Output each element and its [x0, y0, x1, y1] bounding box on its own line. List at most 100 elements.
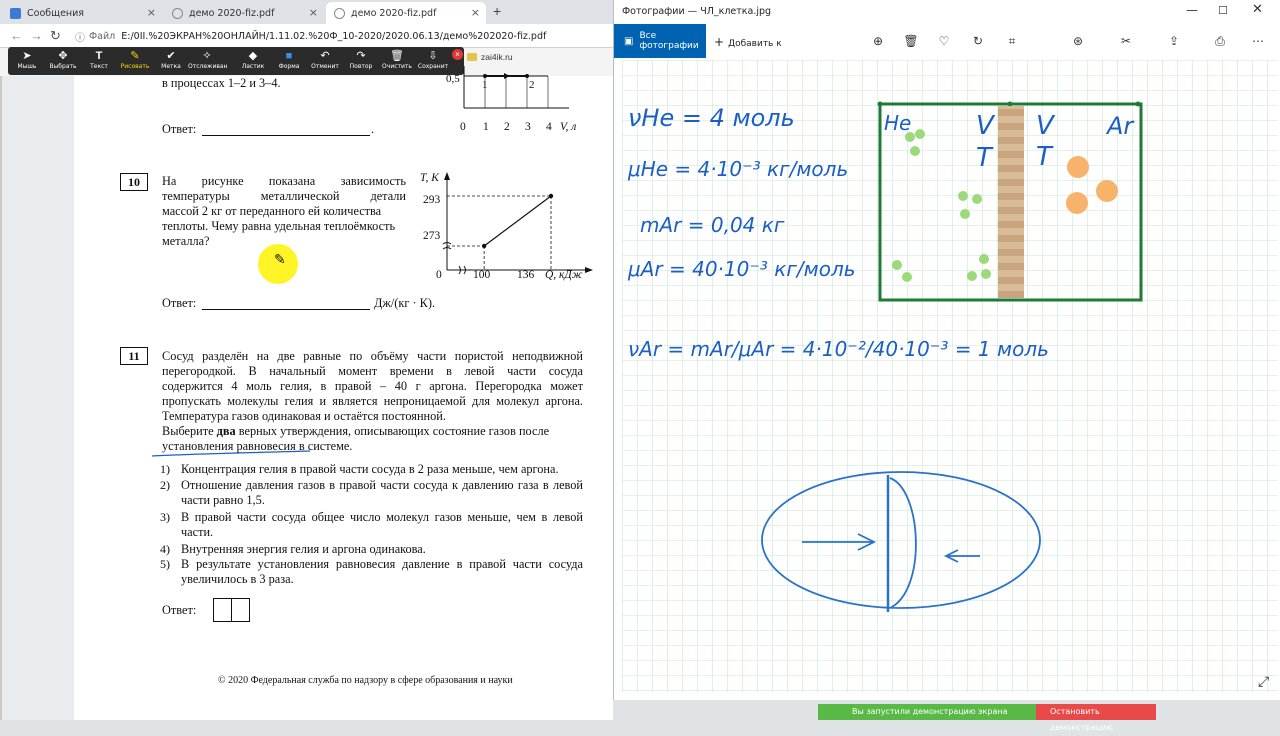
tab-pdf-2[interactable]: демо 2020-fiz.pdf ×: [326, 2, 486, 24]
annotation-toolbar: ➤ Мышь ✥ Выбрать T Текст ✎ Рисовать ✔ Метка ✧…: [8, 47, 464, 75]
maximize-icon[interactable]: ☐: [1218, 4, 1228, 17]
chat-icon: [10, 7, 21, 19]
expand-icon[interactable]: ⤢: [1258, 674, 1269, 690]
all-photos-button[interactable]: ▣ Все фотографии: [614, 24, 706, 58]
undo-icon: ↶: [320, 50, 330, 62]
answer-line[interactable]: [202, 135, 370, 136]
delete-icon[interactable]: 🗑: [903, 33, 919, 49]
trash-icon: 🗑: [390, 50, 404, 62]
option-text: части.: [181, 525, 214, 539]
answer-unit: Дж/(кг · К).: [374, 296, 436, 310]
browser-window: Сообщения × демо 2020-fiz.pdf × демо 202…: [0, 0, 613, 720]
reload-icon[interactable]: ↻: [50, 28, 61, 44]
page-margin: [0, 76, 2, 720]
tool-shape[interactable]: ■ Форма: [270, 47, 308, 75]
option-number: 5): [160, 557, 170, 571]
enhance-icon[interactable]: ⊛: [1070, 33, 1086, 49]
new-tab-button[interactable]: +: [493, 3, 501, 19]
close-icon[interactable]: ×: [452, 49, 463, 60]
add-to-button[interactable]: + Добавить к: [714, 35, 782, 49]
address-url: E:/0II.%20ЭКРАН%20ОНЛАЙН/1.11.02.%20Ф_10…: [121, 30, 547, 42]
answer-label: Ответ:: [162, 296, 197, 310]
back-icon[interactable]: ←: [10, 28, 23, 43]
y-tick-label: 293: [423, 194, 441, 206]
print-icon[interactable]: ⎙: [1212, 33, 1228, 49]
text-icon: T: [95, 50, 103, 62]
zoom-icon[interactable]: ⊕: [870, 33, 886, 49]
close-icon[interactable]: ✕: [1252, 2, 1263, 17]
check-icon: ✔: [166, 50, 176, 62]
question-text: Сосуд разделён на две равные по объёму ч…: [162, 349, 583, 363]
option-text: Внутренняя энергия гелия и аргона одинак…: [181, 542, 426, 556]
x-tick-label: 4: [546, 121, 552, 133]
pencil-cursor-icon: ✎: [274, 253, 286, 268]
x-tick-label: 1: [483, 121, 489, 133]
graph-q10: [442, 172, 593, 275]
tool-clear[interactable]: 🗑 Очистить: [378, 47, 416, 75]
tool-mark[interactable]: ✔ Метка: [152, 47, 190, 75]
question-text: массой 2 кг от переданного ей количества: [162, 204, 382, 218]
move-icon: ✥: [58, 50, 68, 62]
question-text: температуры металлической детали: [162, 189, 406, 203]
label-v-left: V: [976, 111, 996, 141]
edit-icon[interactable]: ✂: [1118, 33, 1134, 49]
share-icon[interactable]: ⇪: [1166, 33, 1182, 49]
x-tick-label: 2: [504, 121, 510, 133]
tool-mouse[interactable]: ➤ Мышь: [8, 47, 46, 75]
option-number: 1): [160, 462, 170, 476]
pencil-icon: ✎: [130, 50, 140, 62]
bookmark-zai4ik[interactable]: zai4ik.ru: [467, 52, 513, 62]
x-tick-label: 0: [460, 121, 466, 133]
tool-undo[interactable]: ↶ Отменит: [306, 47, 344, 75]
photos-window: Фотографии — ЧЛ_клетка.jpg — ☐ ✕ ▣ Все ф…: [613, 0, 1280, 700]
forward-icon[interactable]: →: [30, 28, 43, 43]
question-text: перегородкой. В начальный момент времени…: [162, 364, 583, 378]
close-icon[interactable]: ×: [309, 6, 318, 19]
more-icon[interactable]: ⋯: [1250, 33, 1266, 49]
option-text: Отношение давления газов в правой части …: [181, 478, 583, 492]
option-text: части равно 1,5.: [181, 493, 265, 507]
globe-icon: [172, 7, 183, 19]
address-bar[interactable]: ⓘ Файл E:/0II.%20ЭКРАН%20ОНЛАЙН/1.11.02.…: [75, 27, 613, 45]
answer-cell[interactable]: [231, 598, 250, 622]
tool-text[interactable]: T Текст: [80, 47, 118, 75]
note-nu-he: νHe = 4 моль: [628, 104, 795, 132]
address-protocol: Файл: [89, 30, 116, 42]
label-v-right: V: [1036, 111, 1056, 141]
answer-cell[interactable]: [213, 598, 232, 622]
browser-toolbar: ← → ↻ ⓘ Файл E:/0II.%20ЭКРАН%20ОНЛАЙН/1.…: [0, 24, 613, 48]
data-line: [483, 195, 552, 247]
answer-line[interactable]: [202, 309, 370, 310]
question-text: содержится 4 моль гелия, в правой – 40 г…: [162, 379, 583, 393]
tool-trace[interactable]: ✧ Отслеживан: [188, 47, 227, 75]
rotate-icon[interactable]: ↻: [970, 33, 986, 49]
close-icon[interactable]: ×: [147, 6, 156, 19]
tab-label: демо 2020-fiz.pdf: [189, 7, 275, 19]
tool-redo[interactable]: ↷ Повтор: [342, 47, 380, 75]
label-t-left: T: [976, 143, 994, 173]
x-tick-label: 136: [517, 269, 535, 281]
label-t-right: T: [1036, 142, 1054, 172]
title-bar: Фотографии — ЧЛ_клетка.jpg — ☐ ✕: [614, 0, 1280, 24]
question-text: теплоты. Чему равна удельная теплоёмкост…: [162, 219, 396, 233]
tool-select[interactable]: ✥ Выбрать: [44, 47, 82, 75]
window-title: Фотографии — ЧЛ_клетка.jpg: [622, 6, 772, 17]
point-label: 1: [482, 79, 488, 91]
crop-icon[interactable]: ⌗: [1004, 33, 1020, 49]
tab-pdf-1[interactable]: демо 2020-fiz.pdf ×: [164, 2, 324, 24]
question-text: металла?: [162, 234, 210, 248]
answer-label: Ответ:: [162, 122, 197, 136]
pen-underline: [151, 450, 311, 457]
tab-label: Сообщения: [27, 7, 85, 19]
tab-messages[interactable]: Сообщения ×: [2, 2, 162, 24]
minimize-icon[interactable]: —: [1186, 3, 1198, 17]
close-icon[interactable]: ×: [471, 6, 480, 19]
tool-eraser[interactable]: ◆ Ластик: [234, 47, 272, 75]
note-mu-ar: μAr = 40·10⁻³ кг/моль: [627, 257, 856, 281]
point-label: 2: [529, 79, 535, 91]
globe-icon: [334, 7, 345, 19]
photos-icon: ▣: [624, 35, 634, 47]
stop-share-button[interactable]: Остановить демонстрацию: [1036, 704, 1156, 732]
heart-icon[interactable]: ♡: [936, 33, 952, 49]
tool-draw[interactable]: ✎ Рисовать: [116, 47, 154, 75]
